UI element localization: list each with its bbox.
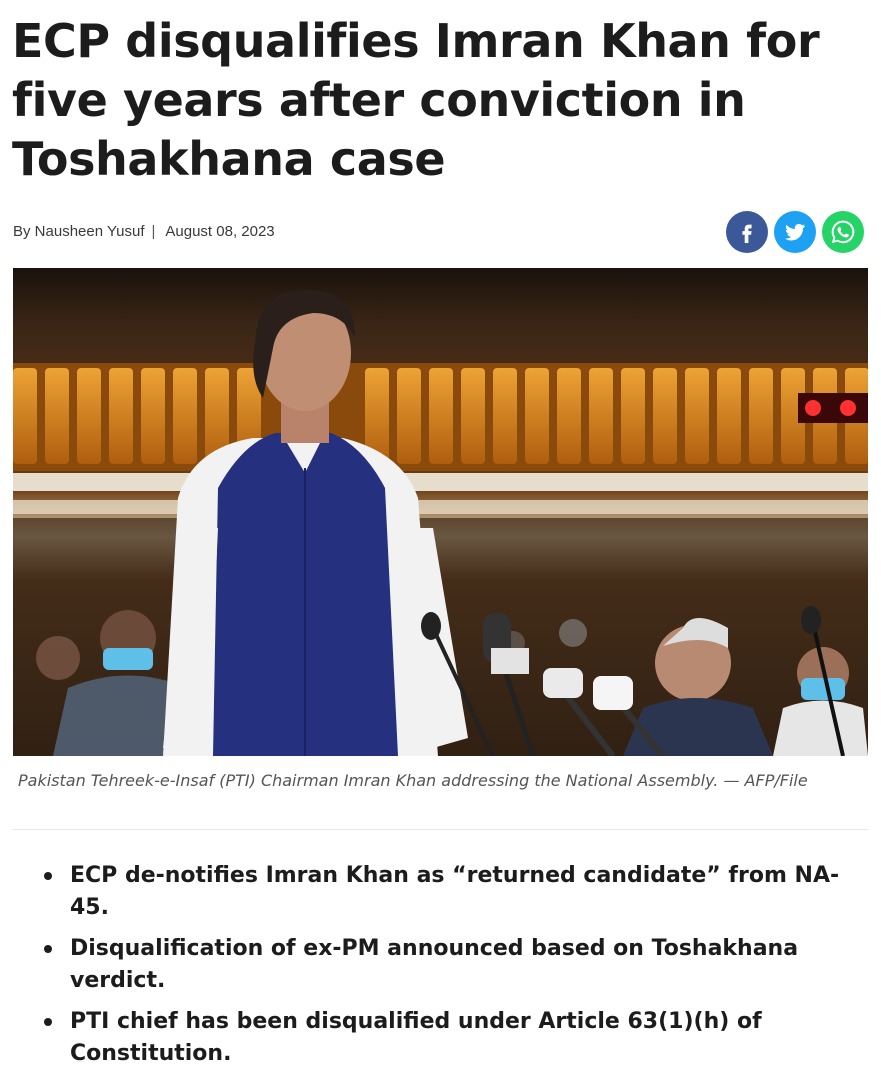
- highlights-list: ECP de-notifies Imran Khan as “returned …: [28, 860, 858, 1079]
- highlight-text: PTI chief has been disqualified under Ar…: [70, 1009, 762, 1066]
- highlight-text: ECP de-notifies Imran Khan as “returned …: [70, 863, 840, 920]
- bullet-icon: [44, 872, 52, 880]
- whatsapp-share-button[interactable]: [822, 211, 864, 253]
- byline-separator: |: [151, 223, 156, 240]
- highlight-item: ECP de-notifies Imran Khan as “returned …: [28, 860, 858, 924]
- news-article: ECP disqualifies Imran Khan for five yea…: [0, 0, 881, 1079]
- image-caption: Pakistan Tehreek-e-Insaf (PTI) Chairman …: [18, 771, 808, 790]
- twitter-share-button[interactable]: [774, 211, 816, 253]
- vote-board: [13, 363, 868, 471]
- facebook-share-button[interactable]: [726, 211, 768, 253]
- bullet-icon: [44, 1018, 52, 1026]
- share-buttons: [726, 211, 864, 253]
- highlight-text: Disqualification of ex-PM announced base…: [70, 936, 799, 993]
- article-photo: [13, 268, 868, 756]
- highlight-item: Disqualification of ex-PM announced base…: [28, 933, 858, 997]
- assembly-scene-image: [13, 268, 868, 756]
- byline: By Nausheen Yusuf | August 08, 2023: [13, 223, 275, 240]
- author-name[interactable]: By Nausheen Yusuf: [13, 223, 144, 240]
- facebook-icon: [742, 224, 752, 243]
- publish-date: August 08, 2023: [165, 223, 275, 240]
- whatsapp-icon: [831, 220, 855, 244]
- twitter-icon: [785, 223, 805, 241]
- article-headline: ECP disqualifies Imran Khan for five yea…: [12, 14, 820, 186]
- bullet-icon: [44, 945, 52, 953]
- highlight-item: PTI chief has been disqualified under Ar…: [28, 1006, 858, 1070]
- divider: [13, 829, 868, 830]
